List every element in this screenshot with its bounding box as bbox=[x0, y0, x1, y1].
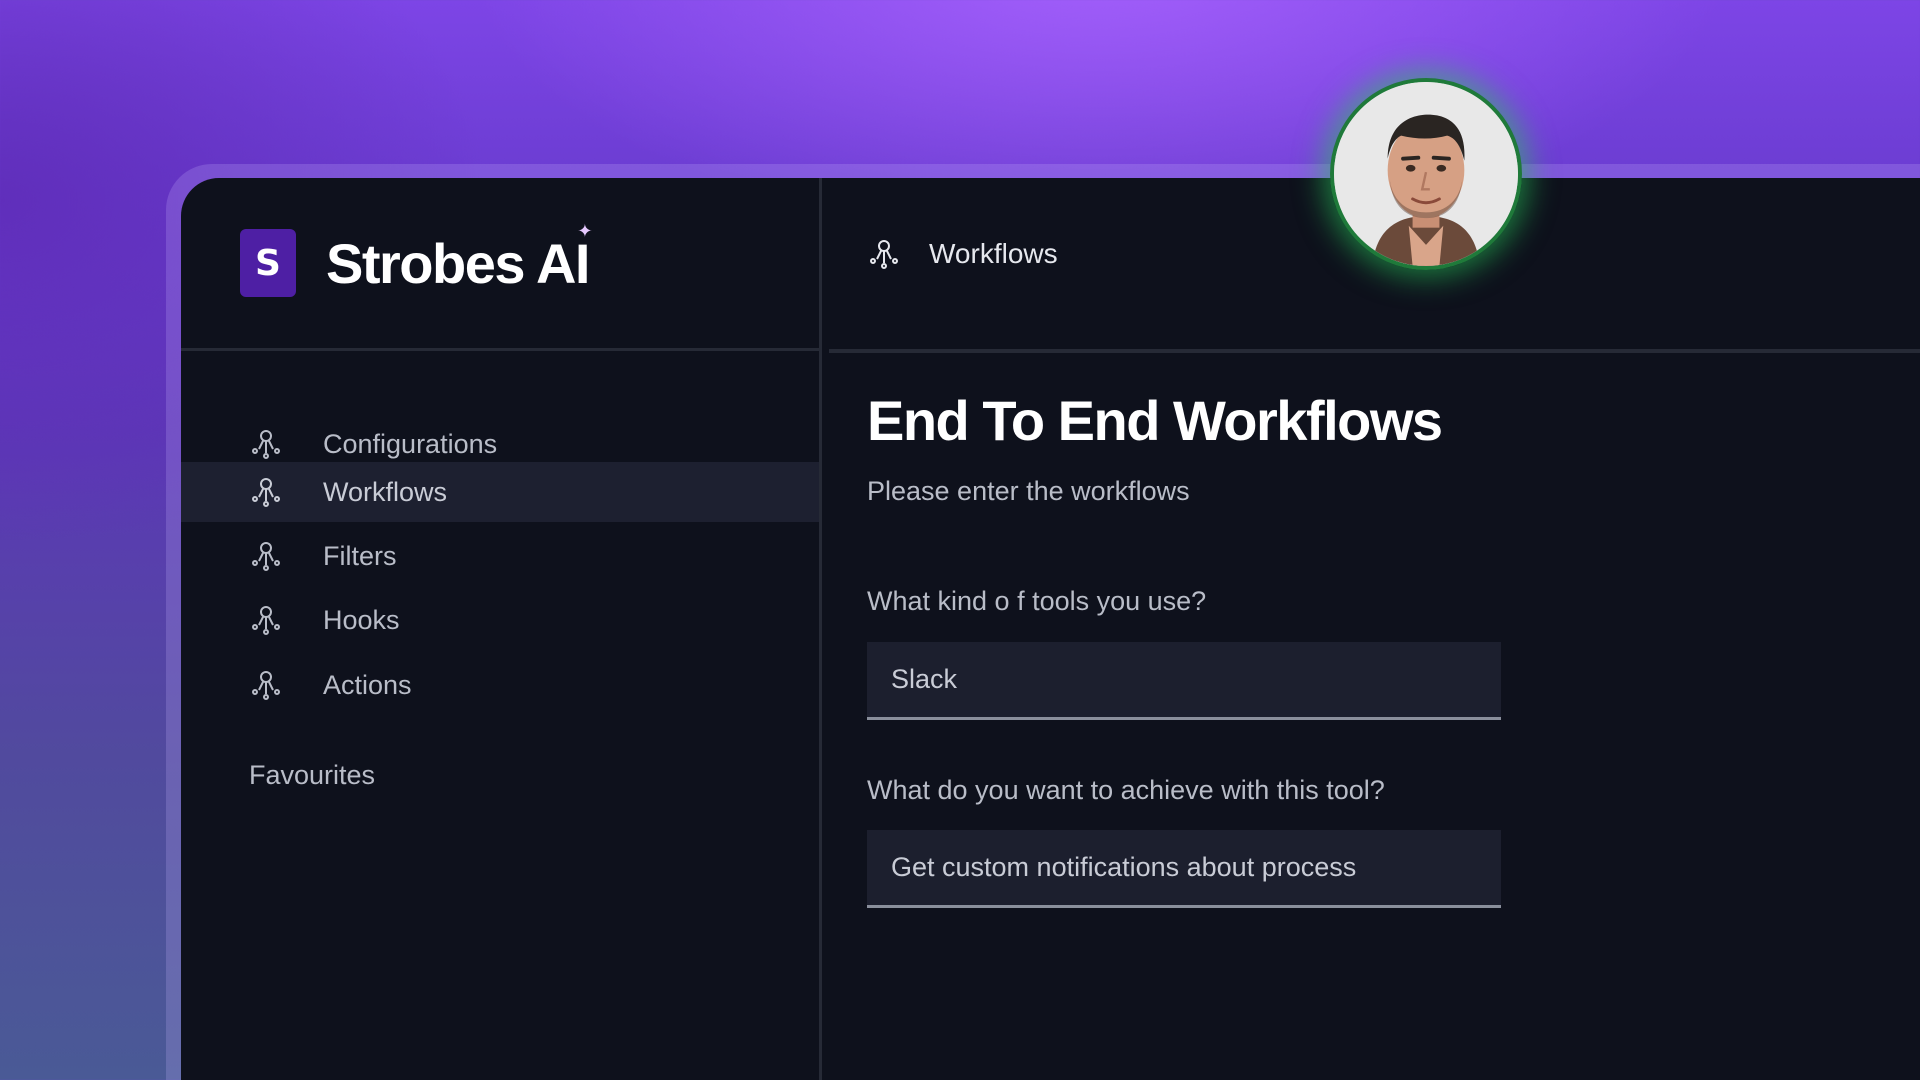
goal-input[interactable]: Get custom notifications about process bbox=[867, 830, 1501, 908]
breadcrumb: Workflows bbox=[867, 234, 1058, 274]
sparkle-icon: ✦ bbox=[577, 220, 592, 241]
page-subtitle: Please enter the workflows bbox=[867, 476, 1190, 506]
sidebar: S Strobes AI ✦ Configurations Workflows bbox=[181, 178, 822, 1080]
sidebar-item-actions[interactable]: Actions bbox=[181, 655, 819, 715]
sidebar-divider bbox=[181, 348, 819, 351]
logo-badge: S bbox=[240, 229, 296, 297]
sidebar-item-label: Actions bbox=[323, 669, 412, 700]
workflow-icon bbox=[249, 475, 283, 509]
sidebar-item-label: Workflows bbox=[323, 476, 448, 507]
user-avatar[interactable] bbox=[1330, 78, 1522, 270]
main-content: Workflows End To End Workflows Please en… bbox=[825, 178, 1920, 1080]
favourites-section-label[interactable]: Favourites bbox=[249, 760, 375, 791]
sidebar-item-filters[interactable]: Filters bbox=[181, 526, 819, 586]
workflow-icon bbox=[249, 603, 283, 637]
page-title: End To End Workflows bbox=[867, 389, 1443, 452]
sidebar-item-label: Filters bbox=[323, 540, 397, 571]
breadcrumb-label: Workflows bbox=[929, 238, 1058, 269]
brand-name-text: Strobes AI bbox=[326, 231, 590, 295]
app-window: S Strobes AI ✦ Configurations Workflows bbox=[181, 178, 1920, 1080]
goal-field-label: What do you want to achieve with this to… bbox=[867, 775, 1385, 805]
sidebar-item-workflows[interactable]: Workflows bbox=[181, 462, 819, 522]
sidebar-item-hooks[interactable]: Hooks bbox=[181, 590, 819, 650]
sidebar-item-label: Configurations bbox=[323, 428, 498, 459]
tools-field-label: What kind o f tools you use? bbox=[867, 586, 1207, 616]
brand-name: Strobes AI ✦ bbox=[326, 221, 592, 296]
brand-logo[interactable]: S Strobes AI ✦ bbox=[240, 221, 592, 298]
user-avatar-image bbox=[1334, 82, 1518, 266]
tools-input[interactable]: Slack bbox=[867, 642, 1501, 720]
workflow-icon bbox=[249, 539, 283, 573]
header-divider bbox=[829, 349, 1920, 353]
workflow-icon bbox=[249, 668, 283, 702]
workflow-icon bbox=[867, 237, 901, 271]
workflow-icon bbox=[249, 427, 283, 461]
sidebar-item-label: Hooks bbox=[323, 604, 400, 635]
